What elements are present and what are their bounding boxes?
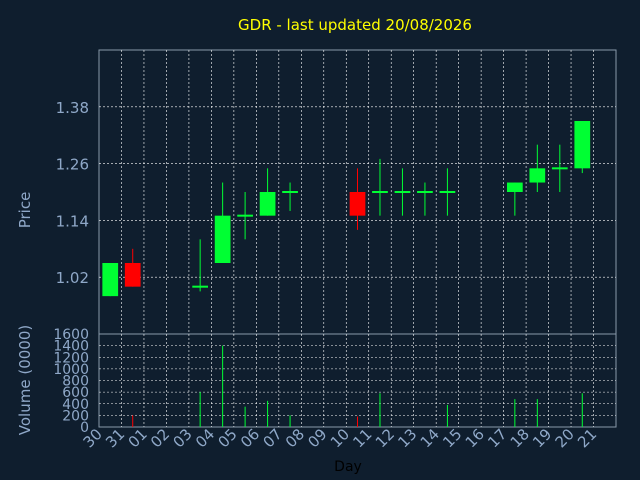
price-panel: 1.02 1.14 1.26 1.38 Price (16, 49, 617, 335)
volume-axis-label: Volume (0000) (16, 325, 34, 435)
candle-body (349, 192, 366, 216)
x-axis-label: Day (334, 459, 362, 475)
volume-bars (132, 345, 583, 427)
candle-body (124, 263, 141, 287)
stock-chart: GDR - last updated 20/08/2026 1.021.141.… (16, 16, 617, 475)
candle-body (237, 214, 253, 217)
chart-title: GDR - last updated 20/08/2026 (238, 16, 472, 34)
candle-body (574, 121, 591, 169)
volume-tick-labels: 02004006008001000120014001600 (53, 327, 89, 436)
day-tick-label: 21 (574, 425, 600, 451)
day-tick-labels: 3031010203040506070809101112131415161718… (80, 425, 601, 451)
candle-body (506, 182, 523, 192)
volume-grid (99, 334, 616, 427)
candle-body (192, 285, 209, 288)
price-tick-label: 1.14 (56, 212, 89, 230)
candle-body (394, 191, 411, 193)
candle-body (372, 191, 388, 193)
candle-body (282, 191, 298, 193)
price-tick-label: 1.38 (56, 99, 89, 117)
volume-panel: 02004006008001000120014001600 3031010203… (16, 325, 617, 475)
candle-body (439, 191, 456, 193)
volume-tick-label: 1600 (53, 327, 89, 343)
candle-body (417, 191, 433, 193)
price-axis-label: Price (16, 192, 34, 229)
price-tick-labels: 1.02 1.14 1.26 1.38 (56, 99, 89, 287)
candle-body (102, 263, 119, 297)
candle-body (529, 168, 546, 183)
price-tick-label: 1.02 (56, 269, 89, 287)
candle-body (214, 215, 231, 263)
price-tick-label: 1.26 (56, 156, 89, 174)
candle-body (551, 167, 568, 170)
candle-body (259, 192, 276, 216)
